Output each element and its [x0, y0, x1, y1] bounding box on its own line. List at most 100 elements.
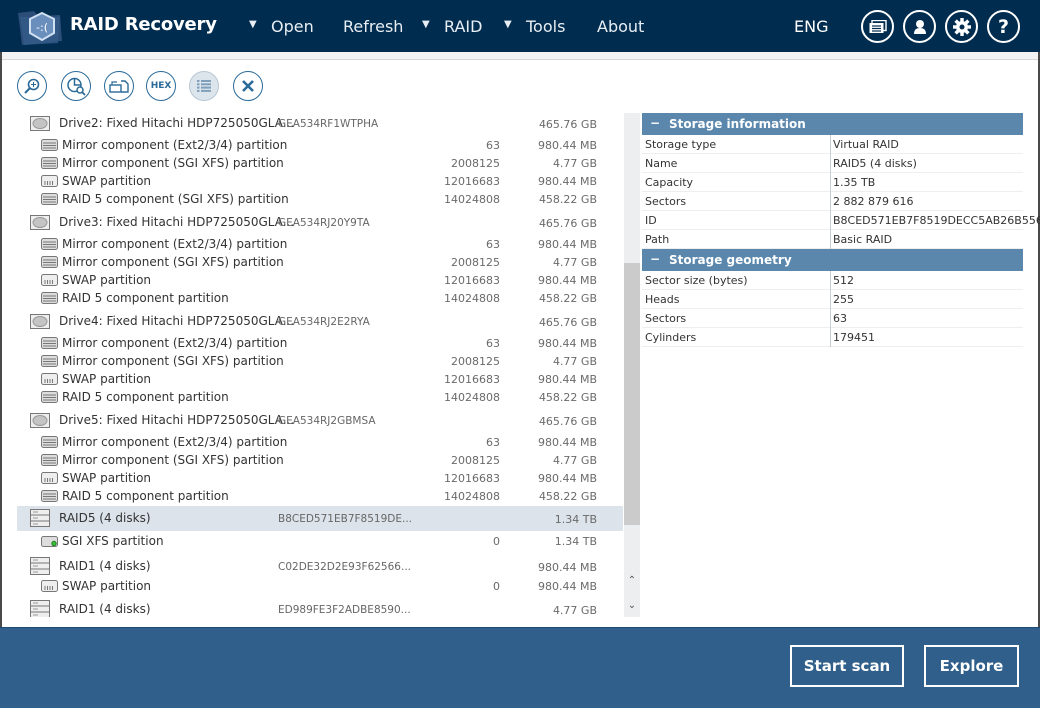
tree-row[interactable]: RAID1 (4 disks) C02DE32D2E93F62566... 980.… [17, 554, 623, 579]
tree-row[interactable]: Drive3: Fixed Hitachi HDP725050GLA... GEA… [17, 212, 623, 234]
tree-row-id: C02DE32D2E93F62566... [278, 561, 411, 573]
tree-row-start-sector: 2008125 [451, 454, 500, 467]
partition-icon [41, 490, 58, 505]
tree-scrollbar-thumb[interactable] [624, 263, 640, 525]
tree-row[interactable]: RAID5 (4 disks) B8CED571EB7F8519DE... 1.34… [17, 506, 623, 531]
settings-button[interactable] [945, 10, 978, 43]
tree-row-size: 4.77 GB [552, 355, 597, 368]
tree-row[interactable]: Mirror component (Ext2/3/4) partition 63 9… [17, 334, 623, 352]
tree-row[interactable]: Mirror component (SGI XFS) partition 2008… [17, 451, 623, 469]
section-title: Storage information [669, 117, 806, 131]
tree-row-size: 980.44 MB [537, 561, 597, 574]
account-button[interactable] [903, 10, 936, 43]
property-key: Capacity [645, 176, 694, 189]
tree-row[interactable]: RAID 5 component (SGI XFS) partition 1402… [17, 190, 623, 208]
property-key: Name [645, 157, 678, 170]
property-key: Heads [645, 293, 680, 306]
tree-row-name: SWAP partition [62, 471, 152, 485]
create-image-button[interactable] [104, 71, 134, 101]
menu-about-label: About [597, 17, 645, 36]
messages-icon [869, 19, 887, 33]
tree-row-name: SWAP partition [62, 579, 152, 593]
property-value: 2 882 879 616 [833, 195, 914, 208]
tree-row-name: RAID 5 component partition [62, 489, 229, 503]
swap-partition-icon [41, 472, 58, 487]
tree-row[interactable]: SWAP partition 12016683 980.44 MB [17, 370, 623, 388]
property-row: Path Basic RAID [642, 230, 1023, 249]
tree-row-size: 980.44 MB [537, 175, 597, 188]
tree-row-name: Mirror component (Ext2/3/4) partition [62, 336, 288, 350]
tree-row-start-sector: 14024808 [444, 292, 500, 305]
tree-row[interactable]: SWAP partition 12016683 980.44 MB [17, 271, 623, 289]
partition-icon [41, 157, 58, 172]
tree-row[interactable]: RAID 5 component partition 14024808 458.22… [17, 487, 623, 505]
close-button[interactable] [233, 71, 263, 101]
footer-bar: Start scan Explore [0, 627, 1040, 708]
tree-row[interactable]: Mirror component (SGI XFS) partition 2008… [17, 352, 623, 370]
tree-row-size: 980.44 MB [537, 274, 597, 287]
tree-row-size: 465.76 GB [538, 415, 597, 428]
properties-list-button[interactable] [189, 71, 219, 101]
partition-icon [41, 256, 58, 271]
tree-row[interactable]: Mirror component (SGI XFS) partition 2008… [17, 253, 623, 271]
column-separator [830, 173, 831, 192]
property-value: 63 [833, 312, 847, 325]
menu-raid[interactable]: ▼ RAID [422, 17, 482, 36]
tree-row-id: GEA534RJ2GBMSA [278, 415, 376, 427]
tree-row[interactable]: Mirror component (Ext2/3/4) partition 63 9… [17, 235, 623, 253]
tree-row[interactable]: Drive5: Fixed Hitachi HDP725050GLA... GEA… [17, 410, 623, 432]
chevron-down-icon: ⌄ [627, 600, 637, 611]
property-key: Sector size (bytes) [645, 274, 748, 287]
tree-row[interactable]: SWAP partition 12016683 980.44 MB [17, 172, 623, 190]
menu-refresh[interactable]: Refresh [343, 17, 403, 36]
menu-open[interactable]: ▼ Open [249, 17, 314, 36]
tree-row-id: ED989FE3F2ADBE8590... [278, 604, 411, 616]
tree-row-id: GEA534RJ20Y9TA [278, 217, 370, 229]
tree-row-start-sector: 2008125 [451, 157, 500, 170]
search-files-button[interactable] [17, 71, 47, 101]
tree-row[interactable]: Mirror component (Ext2/3/4) partition 63 9… [17, 136, 623, 154]
tree-row-name: Drive4: Fixed Hitachi HDP725050GLA... [59, 314, 295, 328]
tree-row-name: Drive3: Fixed Hitachi HDP725050GLA... [59, 215, 295, 229]
start-scan-button[interactable]: Start scan [790, 645, 904, 687]
tree-row[interactable]: SWAP partition 12016683 980.44 MB [17, 469, 623, 487]
partition-icon [41, 454, 58, 469]
tree-row[interactable]: RAID1 (4 disks) ED989FE3F2ADBE8590... 4.77… [17, 597, 623, 617]
menu-tools[interactable]: ▼ Tools [504, 17, 565, 36]
section-header[interactable]: − Storage geometry [642, 249, 1023, 271]
scroll-down-button[interactable]: ⌄ [624, 600, 640, 616]
property-key: Sectors [645, 312, 687, 325]
menu-about[interactable]: About [597, 17, 644, 36]
partition-icon [41, 292, 58, 307]
tree-row-name: Mirror component (SGI XFS) partition [62, 156, 284, 170]
tree-row[interactable]: SGI XFS partition 0 1.34 TB [17, 532, 623, 550]
window-border-left [0, 52, 2, 627]
messages-button[interactable] [861, 10, 894, 43]
app-header: -:( RAID Recovery ▼ Open Refresh ▼ RAID … [0, 0, 1040, 52]
tree-row-id: GEA534RJ2E2RYA [278, 316, 370, 328]
scroll-up-button[interactable]: ⌃ [624, 575, 640, 591]
tree-row-start-sector: 0 [493, 580, 500, 593]
hex-viewer-button[interactable]: HEX [146, 71, 176, 101]
app-logo-icon: -:( [18, 11, 62, 45]
partition-icon [41, 337, 58, 352]
property-row: Sector size (bytes) 512 [642, 271, 1023, 290]
tree-row-size: 458.22 GB [538, 391, 597, 404]
column-separator [830, 135, 831, 154]
explore-button[interactable]: Explore [924, 645, 1019, 687]
tree-row[interactable]: SWAP partition 0 980.44 MB [17, 577, 623, 595]
tree-row[interactable]: Mirror component (SGI XFS) partition 2008… [17, 154, 623, 172]
tree-row-name: RAID1 (4 disks) [59, 602, 151, 616]
language-selector[interactable]: ENG [794, 17, 828, 36]
tree-row[interactable]: RAID 5 component partition 14024808 458.22… [17, 388, 623, 406]
help-button[interactable]: ? [987, 10, 1020, 43]
tree-row[interactable]: Mirror component (Ext2/3/4) partition 63 9… [17, 433, 623, 451]
tree-row[interactable]: Drive4: Fixed Hitachi HDP725050GLA... GEA… [17, 311, 623, 333]
scan-partitions-button[interactable] [61, 71, 91, 101]
tree-row[interactable]: Drive2: Fixed Hitachi HDP725050GLA... GEA… [17, 113, 623, 135]
partition-icon [41, 238, 58, 253]
device-tree[interactable]: Drive2: Fixed Hitachi HDP725050GLA... GEA… [17, 113, 623, 617]
tree-row-size: 458.22 GB [538, 490, 597, 503]
section-header[interactable]: − Storage information [642, 113, 1023, 135]
tree-row[interactable]: RAID 5 component partition 14024808 458.22… [17, 289, 623, 307]
